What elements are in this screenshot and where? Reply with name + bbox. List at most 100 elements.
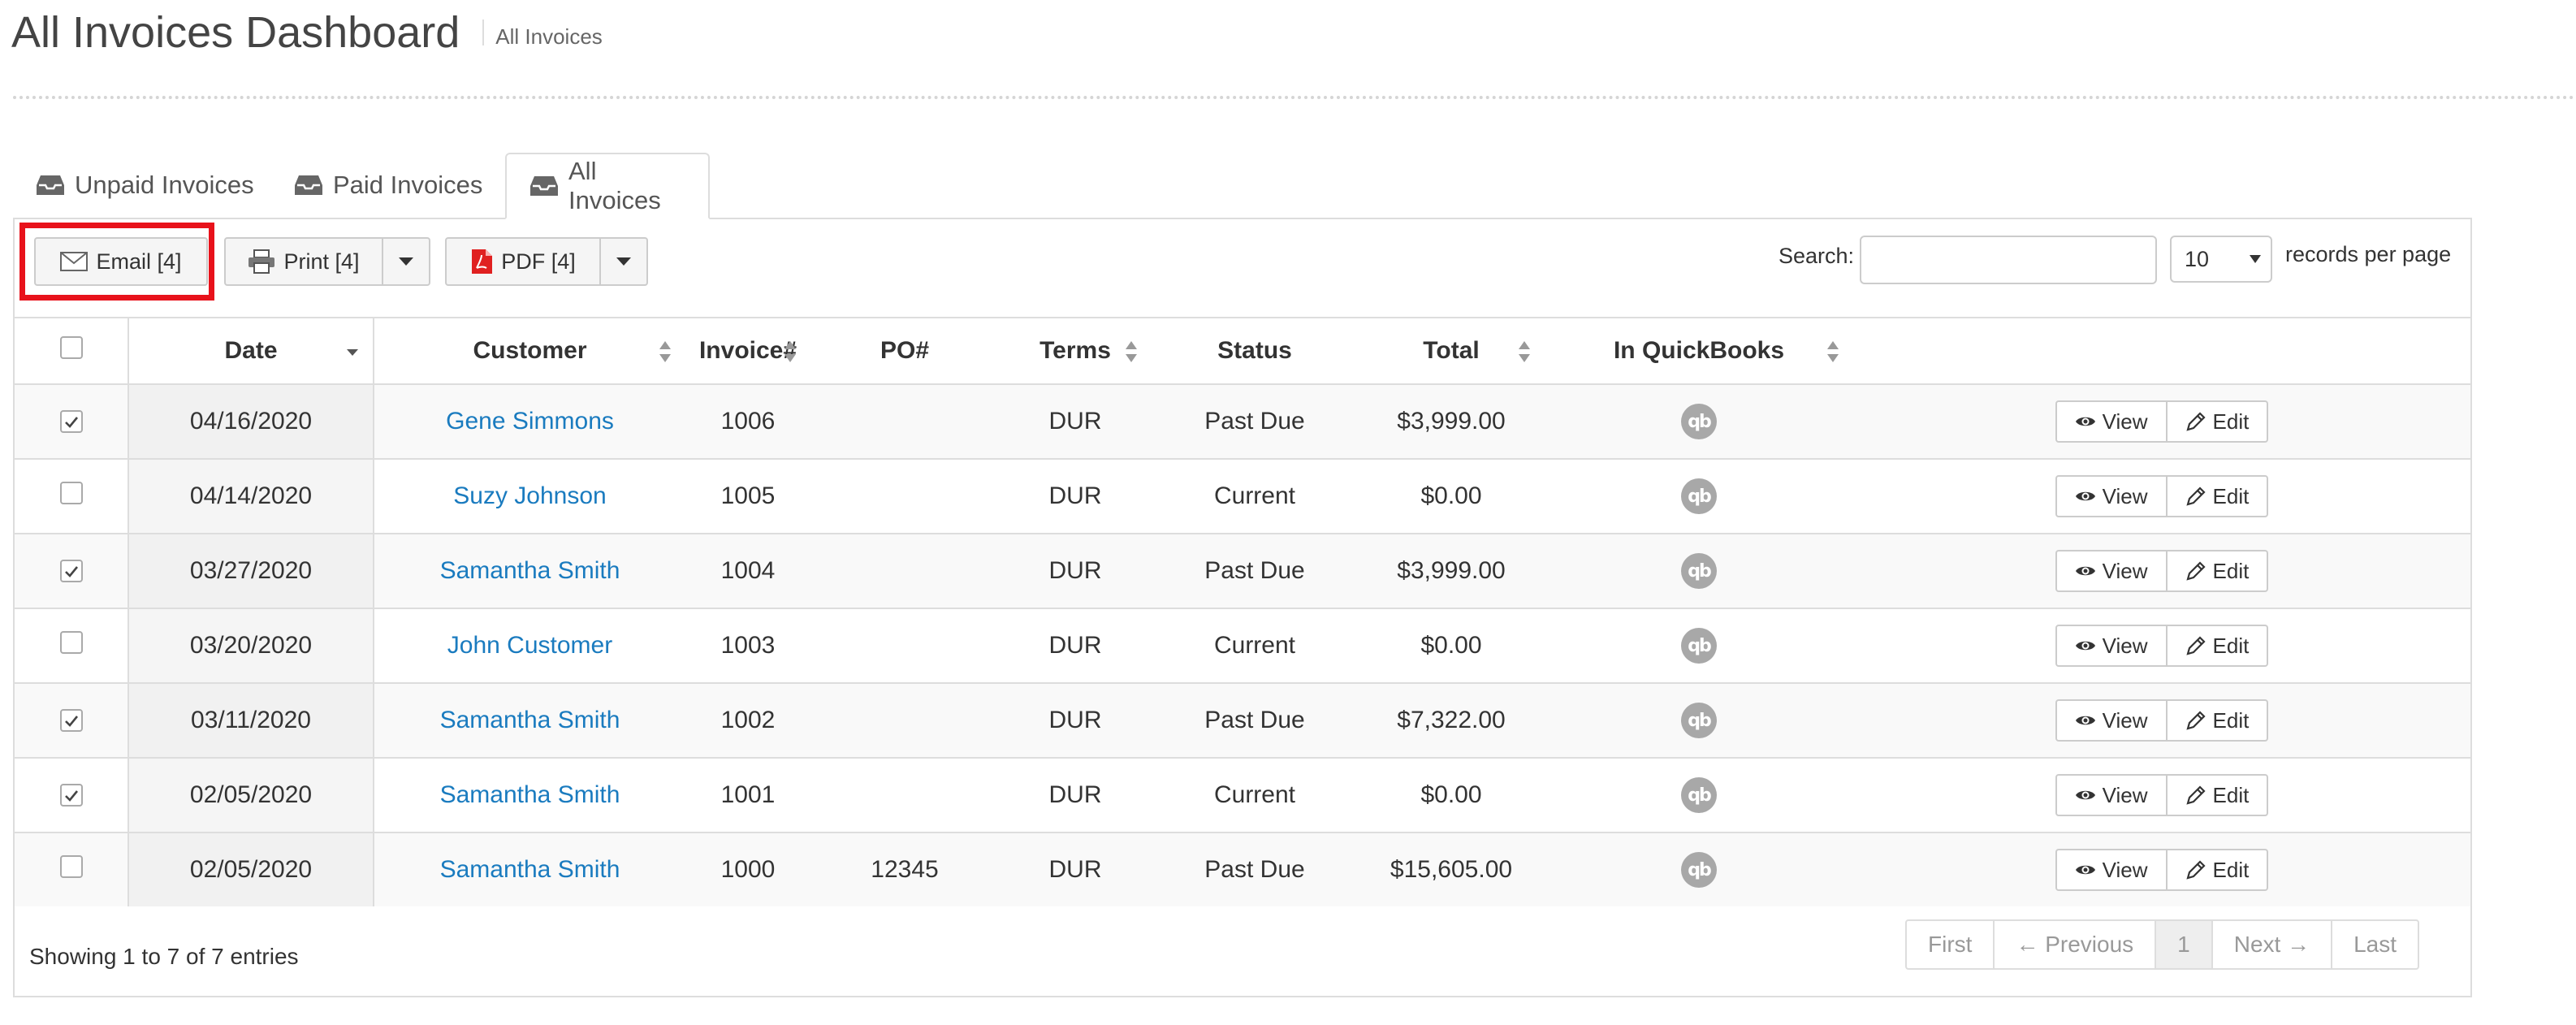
- edit-button[interactable]: Edit: [2167, 475, 2269, 517]
- eye-icon: [2075, 863, 2096, 877]
- row-actions: View Edit: [2055, 849, 2269, 891]
- customer-link[interactable]: Samantha Smith: [440, 856, 620, 883]
- view-button[interactable]: View: [2055, 400, 2168, 443]
- records-per-page-select[interactable]: 10: [2170, 236, 2272, 283]
- pencil-icon: [2185, 486, 2206, 507]
- column-header-total[interactable]: Total: [1358, 317, 1545, 385]
- column-header-date[interactable]: Date: [128, 317, 374, 385]
- table-header-row: Date Customer Invoice# PO# Terms Status …: [15, 317, 2470, 385]
- column-header-customer[interactable]: Customer: [374, 317, 685, 385]
- row-checkbox[interactable]: [59, 784, 83, 807]
- cell-total: $3,999.00: [1358, 383, 1545, 459]
- customer-link[interactable]: Samantha Smith: [440, 707, 620, 733]
- cell-status: Past Due: [1152, 682, 1358, 758]
- edit-button[interactable]: Edit: [2167, 774, 2269, 816]
- view-button[interactable]: View: [2055, 625, 2168, 667]
- row-actions: View Edit: [2055, 774, 2269, 816]
- row-actions: View Edit: [2055, 625, 2269, 667]
- search-input[interactable]: [1860, 236, 2157, 284]
- edit-button[interactable]: Edit: [2167, 400, 2269, 443]
- edit-button[interactable]: Edit: [2167, 849, 2269, 891]
- view-button-label: View: [2102, 633, 2148, 658]
- quickbooks-icon: qb: [1681, 852, 1717, 888]
- cell-terms: DUR: [999, 533, 1152, 608]
- cell-terms: DUR: [999, 608, 1152, 683]
- print-button[interactable]: Print [4]: [224, 237, 383, 286]
- row-checkbox[interactable]: [59, 707, 83, 734]
- edit-button[interactable]: Edit: [2167, 625, 2269, 667]
- invoice-tabs: Unpaid Invoices Paid Invoices All Invoic…: [13, 153, 2472, 219]
- print-dropdown-toggle[interactable]: [382, 237, 430, 286]
- pager-page-1[interactable]: 1: [2155, 921, 2211, 968]
- invoices-table: Date Customer Invoice# PO# Terms Status …: [15, 317, 2470, 906]
- pencil-icon: [2185, 560, 2206, 582]
- row-checkbox[interactable]: [59, 410, 83, 433]
- customer-link[interactable]: Suzy Johnson: [453, 482, 606, 509]
- chevron-down-icon: [616, 257, 631, 266]
- tab-label: Paid Invoices: [333, 171, 483, 199]
- tab-label: Unpaid Invoices: [75, 171, 254, 199]
- tab-label: All Invoices: [568, 157, 661, 214]
- tab-paid-invoices[interactable]: Paid Invoices: [271, 153, 505, 218]
- row-checkbox[interactable]: [59, 482, 83, 504]
- cell-po: [810, 608, 999, 683]
- cell-date: 02/05/2020: [128, 832, 374, 906]
- eye-icon: [2075, 713, 2096, 728]
- row-checkbox-cell: [15, 458, 129, 534]
- cell-total: $0.00: [1358, 608, 1545, 683]
- edit-button-label: Edit: [2212, 633, 2250, 658]
- cell-actions: View Edit: [1853, 608, 2470, 683]
- cell-invoice: 1002: [685, 682, 810, 758]
- pdf-button[interactable]: PDF [4]: [445, 237, 601, 286]
- check-icon: [64, 557, 79, 585]
- cell-invoice: 1004: [685, 533, 810, 608]
- view-button-label: View: [2102, 483, 2148, 508]
- customer-link[interactable]: Gene Simmons: [446, 408, 614, 435]
- customer-link[interactable]: John Customer: [447, 632, 612, 659]
- chevron-down-icon: [399, 257, 413, 266]
- pager-previous[interactable]: ← Previous: [1993, 921, 2155, 968]
- breadcrumb: All Invoices: [495, 24, 603, 49]
- column-header-in-quickbooks[interactable]: In QuickBooks: [1545, 317, 1853, 385]
- header-divider: [482, 19, 485, 45]
- pager-next[interactable]: Next →: [2211, 921, 2331, 968]
- pdf-button-label: PDF [4]: [501, 249, 576, 274]
- customer-link[interactable]: Samantha Smith: [440, 557, 620, 584]
- cell-terms: DUR: [999, 682, 1152, 758]
- pagination: First ← Previous 1 Next → Last: [1905, 919, 2420, 970]
- view-button-label: View: [2102, 558, 2148, 583]
- edit-button-label: Edit: [2212, 782, 2250, 807]
- tab-all-invoices[interactable]: All Invoices: [505, 153, 710, 219]
- view-button[interactable]: View: [2055, 774, 2168, 816]
- row-checkbox[interactable]: [59, 631, 83, 654]
- row-checkbox[interactable]: [59, 557, 83, 585]
- cell-customer: Suzy Johnson: [374, 458, 685, 534]
- cell-terms: DUR: [999, 458, 1152, 534]
- check-icon: [64, 707, 79, 734]
- view-button[interactable]: View: [2055, 550, 2168, 592]
- tab-unpaid-invoices[interactable]: Unpaid Invoices: [13, 153, 277, 218]
- cell-date: 03/20/2020: [128, 608, 374, 683]
- column-header-po[interactable]: PO#: [810, 317, 999, 385]
- cell-customer: Samantha Smith: [374, 682, 685, 758]
- cell-actions: View Edit: [1853, 757, 2470, 833]
- pager-last[interactable]: Last: [2331, 921, 2418, 968]
- row-checkbox[interactable]: [59, 855, 83, 878]
- row-actions: View Edit: [2055, 475, 2269, 517]
- view-button[interactable]: View: [2055, 475, 2168, 517]
- view-button[interactable]: View: [2055, 849, 2168, 891]
- column-header-invoice[interactable]: Invoice#: [685, 317, 810, 385]
- sort-icon: [1126, 341, 1137, 362]
- view-button[interactable]: View: [2055, 699, 2168, 742]
- customer-link[interactable]: Samantha Smith: [440, 781, 620, 808]
- pager-first[interactable]: First: [1907, 921, 1993, 968]
- cell-status: Past Due: [1152, 383, 1358, 459]
- edit-button[interactable]: Edit: [2167, 550, 2269, 592]
- column-header-status[interactable]: Status: [1152, 317, 1358, 385]
- select-all-checkbox[interactable]: [59, 336, 83, 359]
- cell-total: $15,605.00: [1358, 832, 1545, 906]
- cell-invoice: 1005: [685, 458, 810, 534]
- pdf-dropdown-toggle[interactable]: [599, 237, 648, 286]
- column-header-terms[interactable]: Terms: [999, 317, 1152, 385]
- edit-button[interactable]: Edit: [2167, 699, 2269, 742]
